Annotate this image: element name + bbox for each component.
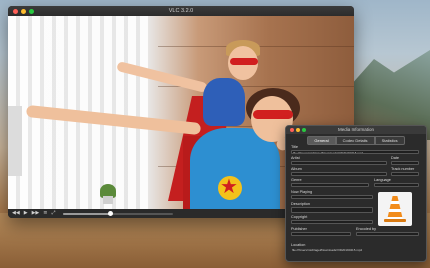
genre-field[interactable] — [291, 183, 369, 187]
progress-slider[interactable] — [63, 211, 174, 216]
rewind-icon[interactable]: ◀◀ — [12, 209, 20, 218]
location-field[interactable]: file:///Users/michlagel/Downloads/VID201… — [291, 248, 419, 252]
lamp — [8, 106, 22, 176]
date-label: Date — [391, 156, 400, 160]
play-icon[interactable]: ▶ — [24, 209, 28, 218]
media-info-tabs: General Codec Details Statistics — [286, 136, 426, 145]
date-field[interactable] — [391, 161, 419, 165]
progress-fill — [63, 212, 111, 215]
media-information-window: Media Information General Codec Details … — [285, 125, 427, 262]
track-number-label: Track number — [391, 167, 415, 171]
publisher-label: Publisher — [291, 227, 307, 231]
artist-field[interactable] — [291, 161, 387, 165]
now-playing-field[interactable] — [291, 195, 373, 199]
encoded-by-field[interactable] — [356, 232, 419, 236]
media-info-title: Media Information — [337, 127, 375, 132]
vlc-titlebar: VLC 3.2.0 — [8, 6, 354, 16]
window-title: VLC 3.2.0 — [168, 8, 194, 14]
artist-label: Artist — [291, 156, 300, 160]
child-mask — [230, 58, 258, 65]
fast-forward-icon[interactable]: ▶▶ — [32, 209, 40, 218]
language-field[interactable] — [374, 183, 419, 187]
star-emblem — [218, 174, 242, 200]
playlist-icon[interactable]: ≡ — [43, 209, 47, 218]
description-label: Description — [291, 202, 310, 206]
location-label: Location — [291, 243, 306, 247]
publisher-field[interactable] — [291, 232, 351, 236]
copyright-field[interactable] — [291, 220, 373, 224]
description-field[interactable] — [291, 207, 373, 213]
track-number-field[interactable] — [391, 172, 419, 176]
plant-pot — [103, 196, 113, 204]
title-label: Title — [291, 145, 299, 149]
encoded-by-label: Encoded by — [356, 227, 377, 231]
progress-knob[interactable] — [108, 211, 114, 216]
tab-codec-details[interactable]: Codec Details — [335, 136, 375, 145]
tab-general[interactable]: General — [307, 136, 336, 145]
vlc-cone-artwork — [378, 192, 412, 226]
title-field[interactable]: file:///Users/michlagel/Downloads/VID201… — [291, 150, 419, 154]
tab-statistics[interactable]: Statistics — [374, 136, 405, 145]
now-playing-label: Now Playing — [291, 190, 313, 194]
woman-mask — [253, 110, 293, 119]
vlc-cone-base — [384, 219, 406, 222]
album-label: Album — [291, 167, 302, 171]
vlc-cone-icon — [387, 196, 403, 220]
child-shirt — [203, 78, 245, 126]
album-field[interactable] — [291, 172, 387, 176]
fullscreen-icon[interactable]: ⤢ — [51, 209, 55, 218]
copyright-label: Copyright — [291, 215, 308, 219]
genre-label: Genre — [291, 178, 302, 182]
media-info-titlebar: Media Information — [286, 126, 426, 134]
language-label: Language — [374, 178, 391, 182]
